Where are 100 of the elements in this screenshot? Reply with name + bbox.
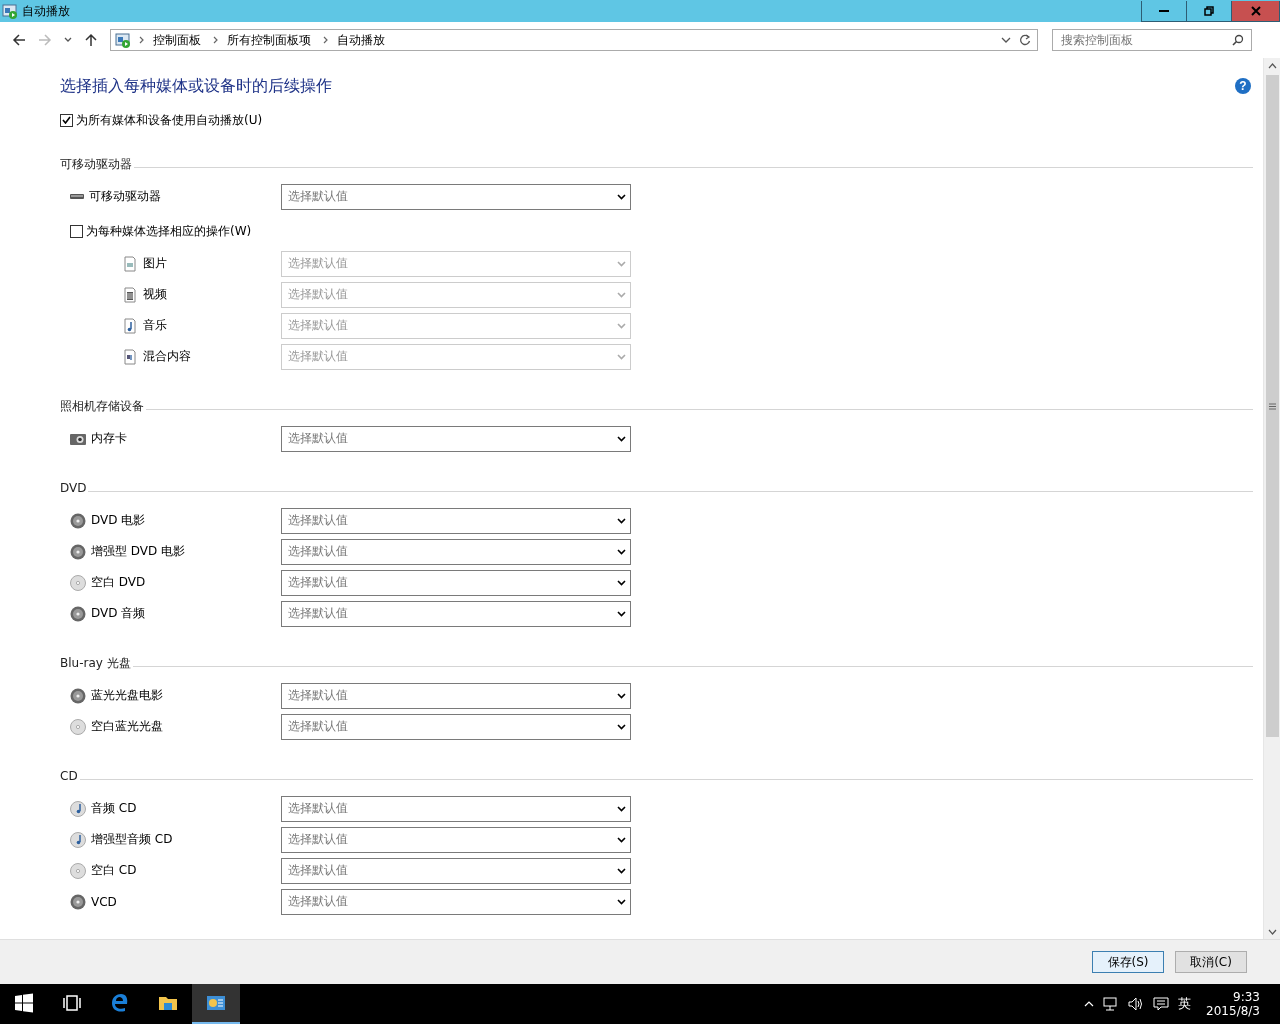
item-label: 空白蓝光光盘	[91, 718, 163, 735]
clock-time[interactable]: 9:33	[1233, 990, 1260, 1004]
search-icon[interactable]	[1232, 34, 1244, 46]
mixed-file-icon	[122, 348, 138, 365]
chevron-icon	[213, 36, 219, 44]
section-title: CD	[60, 769, 78, 783]
scrollbar[interactable]	[1263, 58, 1280, 939]
restore-icon	[1204, 5, 1214, 16]
control-panel-button[interactable]	[192, 984, 240, 1024]
address-bar[interactable]: 控制面板 所有控制面板项 自动播放	[110, 29, 1038, 51]
dropdown[interactable]: 选择默认值	[281, 538, 631, 565]
dropdown[interactable]: 选择默认值	[281, 857, 631, 884]
minimize-icon	[1159, 9, 1169, 12]
disc-icon	[70, 605, 86, 622]
caret-icon	[617, 610, 626, 617]
caret-icon	[617, 435, 626, 442]
close-icon	[1250, 5, 1261, 16]
checkbox[interactable]: 为所有媒体和设备使用自动播放(U)	[60, 110, 1253, 130]
item-label: 音频 CD	[91, 800, 137, 817]
dropdown[interactable]: 选择默认值	[281, 888, 631, 915]
item-label: 视频	[143, 286, 167, 303]
minimize-button[interactable]	[1141, 0, 1187, 22]
up-icon	[84, 33, 98, 47]
caret-icon	[617, 898, 626, 905]
item-label: 混合内容	[143, 348, 191, 365]
section-title: Blu-ray 光盘	[60, 654, 131, 672]
dropdown[interactable]: 选择默认值	[281, 713, 631, 740]
caret-icon	[64, 37, 72, 43]
item-label: DVD 音频	[91, 605, 146, 622]
language-indicator[interactable]: 英	[1178, 995, 1192, 1013]
breadcrumb-link[interactable]: 自动播放	[337, 31, 385, 49]
scrollbar-thumb[interactable]	[1265, 75, 1279, 737]
task-view-icon	[62, 993, 82, 1013]
section-title: DVD	[60, 481, 87, 495]
item-label: 蓝光光盘电影	[91, 687, 163, 704]
disc-icon	[70, 543, 86, 560]
caret-icon	[617, 548, 626, 555]
music-disc-icon	[70, 831, 86, 848]
section-title: 可移动驱动器	[60, 155, 132, 173]
control-panel-icon	[115, 32, 131, 48]
cancel-button[interactable]: 取消(C)	[1175, 951, 1247, 973]
start-icon	[14, 993, 34, 1013]
dropdown[interactable]: 选择默认值	[281, 507, 631, 534]
network-icon[interactable]	[1103, 997, 1120, 1011]
clock-date[interactable]: 2015/8/3	[1206, 1004, 1260, 1018]
dropdown[interactable]: 选择默认值	[281, 183, 631, 210]
dropdown[interactable]: 选择默认值	[281, 425, 631, 452]
dropdown[interactable]: 选择默认值	[281, 600, 631, 627]
browser-icon	[110, 993, 130, 1013]
back-icon	[12, 33, 26, 47]
search-field[interactable]: 搜索控制面板	[1052, 29, 1252, 51]
checkbox[interactable]: 为每种媒体选择相应的操作(W)	[70, 221, 1253, 241]
scroll-up-icon[interactable]	[1267, 63, 1277, 69]
breadcrumb-link[interactable]: 控制面板	[153, 31, 201, 49]
disc-icon	[70, 893, 86, 910]
chevron-up-icon[interactable]	[1084, 1001, 1095, 1007]
disc-icon	[70, 687, 86, 704]
item-label: VCD	[91, 894, 117, 909]
message-icon[interactable]	[1153, 997, 1170, 1011]
item-label: 增强型音频 CD	[91, 831, 173, 848]
help-button[interactable]: ?	[1235, 78, 1251, 94]
disc-icon	[70, 574, 86, 591]
page-heading: 选择插入每种媒体或设备时的后续操作	[60, 75, 332, 97]
scroll-down-icon[interactable]	[1267, 929, 1277, 935]
caret-icon	[617, 291, 626, 298]
item-label: DVD 电影	[91, 512, 146, 529]
dropdown[interactable]: 选择默认值	[281, 826, 631, 853]
window-title: 自动播放	[22, 2, 70, 20]
caret-icon[interactable]	[1001, 37, 1011, 43]
caret-icon	[617, 579, 626, 586]
caret-icon	[617, 723, 626, 730]
caret-icon	[617, 867, 626, 874]
control-panel-icon	[2, 3, 18, 19]
item-label: 空白 CD	[91, 862, 137, 879]
save-button[interactable]: 保存(S)	[1092, 951, 1164, 973]
dropdown[interactable]: 选择默认值	[281, 569, 631, 596]
disc-icon	[70, 512, 86, 529]
item-label: 空白 DVD	[91, 574, 146, 591]
caret-icon	[617, 353, 626, 360]
caret-icon	[617, 260, 626, 267]
item-label: 音乐	[143, 317, 167, 334]
close-button[interactable]	[1231, 0, 1280, 22]
chevron-icon	[139, 36, 145, 44]
dropdown[interactable]: 选择默认值	[281, 682, 631, 709]
checkmark-icon	[62, 116, 71, 124]
chevron-icon	[323, 36, 329, 44]
item-label: 增强型 DVD 电影	[91, 543, 186, 560]
item-label: 内存卡	[91, 430, 127, 447]
disc-icon	[70, 718, 86, 735]
caret-icon	[617, 836, 626, 843]
caret-icon	[617, 322, 626, 329]
drive-icon	[70, 194, 84, 199]
dropdown[interactable]: 选择默认值	[281, 795, 631, 822]
caret-icon	[617, 517, 626, 524]
volume-icon[interactable]	[1128, 997, 1145, 1011]
forward-icon	[38, 33, 52, 47]
refresh-icon[interactable]	[1019, 34, 1031, 46]
caret-icon	[617, 692, 626, 699]
breadcrumb-link[interactable]: 所有控制面板项	[227, 31, 311, 49]
music-file-icon	[122, 317, 138, 334]
